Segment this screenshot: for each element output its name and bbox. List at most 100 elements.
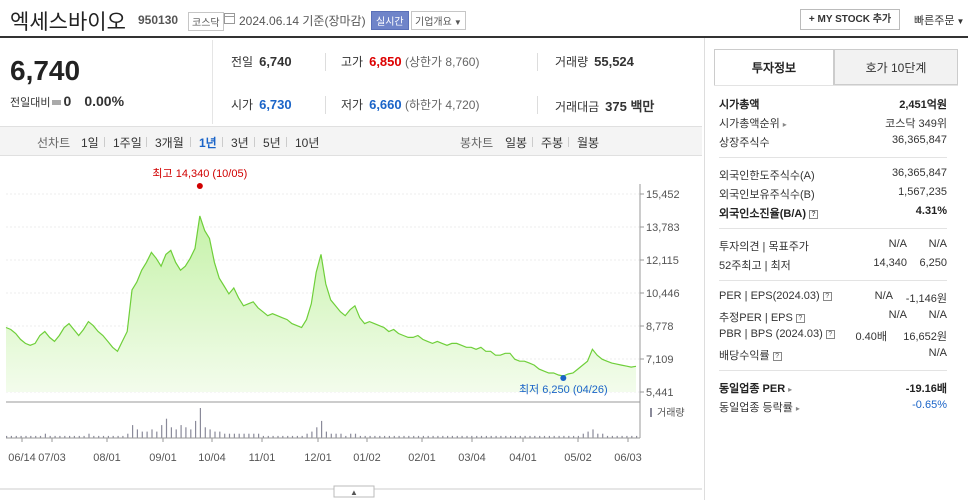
- quick-order-button[interactable]: 빠른주문 ▼: [914, 12, 964, 28]
- est-per-value: N/A: [888, 309, 907, 321]
- change-label: 전일대비: [10, 97, 51, 109]
- volume-bar: [136, 429, 138, 438]
- volume-bar: [88, 433, 90, 438]
- help-icon[interactable]: ?: [822, 292, 832, 301]
- help-icon[interactable]: ?: [795, 314, 805, 323]
- opinion-value: N/A: [888, 238, 907, 250]
- per-row: PER | EPS(2024.03)? N/A -1,146원: [719, 290, 947, 308]
- candle-weekly[interactable]: 주봉: [541, 134, 563, 151]
- sector-change-label: 동일업종 등락률: [719, 402, 793, 414]
- max-label: 최고 14,340 (10/05): [152, 167, 247, 180]
- volume-bar: [597, 433, 599, 438]
- volume-bar: [354, 433, 357, 438]
- market-cap-label: 시가총액: [719, 99, 760, 111]
- price-chart[interactable]: 15,45213,78312,11510,4468,7787,1095,441 …: [0, 158, 702, 500]
- foreign-ratio-row: 외국인소진율(B/A)? 4.31%: [719, 205, 947, 223]
- pbr-label: PBR | BPS (2024.03): [719, 328, 823, 340]
- current-price: 6,740: [10, 55, 81, 86]
- help-icon[interactable]: ?: [772, 352, 782, 361]
- market-cap-rank-label: 시가총액순위: [719, 118, 780, 130]
- base-date: 2024.06.14 기준(장마감): [239, 14, 366, 28]
- chevron-right-icon: ▸: [782, 120, 787, 129]
- shares-row: 상장주식수 36,365,847: [719, 134, 947, 152]
- volume-bar: [228, 433, 231, 438]
- dividend-value: N/A: [928, 347, 947, 359]
- week52-high: 14,340: [873, 257, 907, 269]
- low-value: 6,660: [369, 97, 402, 112]
- period-1w[interactable]: 1주일: [113, 134, 142, 151]
- min-label: 최저 6,250 (04/26): [519, 383, 608, 396]
- period-1y[interactable]: 1년: [199, 134, 217, 151]
- x-tick-label: 11/01: [249, 452, 276, 464]
- period-3m[interactable]: 3개월: [155, 134, 184, 151]
- opinion-row: 투자의견 | 목표주가 N/A N/A: [719, 238, 947, 256]
- week52-label: 52주최고 | 최저: [719, 260, 791, 272]
- volume-bar: [127, 433, 129, 438]
- quote-summary: 전일 6,740 고가 6,850 (상한가 8,760) 거래량 55,524 시가…: [212, 40, 702, 124]
- price-change: 전일대비 0 0.00%: [10, 93, 124, 110]
- volume-bar: [175, 429, 177, 438]
- week52-low: 6,250: [919, 257, 947, 269]
- sector-change-row[interactable]: 동일업종 등락률 ▸ -0.65%: [719, 399, 947, 417]
- period-5y[interactable]: 5년: [263, 134, 281, 151]
- prev-close: 전일 6,740: [231, 53, 292, 70]
- prev-value: 6,740: [259, 54, 292, 69]
- help-icon[interactable]: ?: [809, 210, 818, 219]
- volume-bar: [146, 431, 148, 438]
- day-low: 저가 6,660 (하한가 4,720): [341, 96, 479, 113]
- realtime-button[interactable]: 실시간: [371, 11, 409, 30]
- min-marker: [560, 374, 567, 381]
- x-tick-label: 12/01: [304, 452, 332, 464]
- market-cap-rank-value: 코스닥 349위: [885, 118, 947, 130]
- volume-bar: [132, 425, 134, 438]
- volume-bar: [311, 431, 313, 438]
- period-10y[interactable]: 10년: [295, 134, 319, 151]
- foreign-hold-value: 1,567,235: [898, 186, 947, 198]
- price-area: [6, 216, 636, 392]
- x-tick-label: 02/01: [408, 452, 436, 464]
- volume-bar: [219, 431, 221, 438]
- volume-bar: [214, 431, 216, 438]
- volume-bar: [170, 427, 172, 438]
- quick-order-label: 빠른주문: [914, 15, 955, 27]
- candle-monthly[interactable]: 월봉: [577, 134, 599, 151]
- foreign-limit-label: 외국인한도주식수(A): [719, 170, 815, 182]
- help-icon[interactable]: ?: [825, 330, 835, 339]
- tab-order-book[interactable]: 호가 10단계: [834, 49, 958, 85]
- upper-limit: (상한가 8,760): [404, 55, 480, 69]
- high-label: 고가: [341, 55, 364, 69]
- period-1d[interactable]: 1일: [81, 134, 99, 151]
- candle-daily[interactable]: 일봉: [505, 134, 527, 151]
- tab-investment-info[interactable]: 투자정보: [714, 49, 834, 85]
- volume-bar: [141, 431, 143, 438]
- prev-label: 전일: [231, 55, 254, 69]
- volume-bar: [44, 433, 46, 438]
- chevron-down-icon: ▼: [956, 17, 965, 26]
- per-label: PER | EPS(2024.03): [719, 290, 820, 302]
- est-per-label: 추정PER | EPS: [719, 312, 793, 324]
- period-3y[interactable]: 3년: [231, 134, 249, 151]
- opinion-label: 투자의견 | 목표주가: [719, 241, 809, 253]
- chevron-down-icon: ▼: [453, 18, 462, 27]
- est-per-row: 추정PER | EPS? N/A N/A: [719, 309, 947, 327]
- y-tick-label: 15,452: [646, 189, 680, 201]
- volume-bar: [330, 433, 332, 438]
- volume-bar: [224, 433, 226, 438]
- high-value: 6,850: [369, 54, 402, 69]
- volume-label: 거래량: [555, 55, 589, 69]
- volume-bar: [248, 433, 250, 438]
- sector-per-row[interactable]: 동일업종 PER ▸ -19.16배: [719, 380, 947, 398]
- volume-bar: [204, 427, 206, 438]
- foreign-hold-label: 외국인보유주식수(B): [719, 189, 815, 201]
- change-percent: 0.00%: [84, 93, 125, 109]
- volume-bar: [340, 433, 342, 438]
- add-mystock-button[interactable]: + MY STOCK 추가: [800, 9, 900, 30]
- volume: 거래량 55,524: [555, 53, 634, 70]
- company-overview-button[interactable]: 기업개요 ▼: [411, 11, 466, 30]
- volume-bar: [151, 429, 153, 438]
- volume-bar: [592, 429, 594, 438]
- trade-amount: 거래대금 375 백만: [555, 96, 654, 115]
- market-cap-rank-row[interactable]: 시가총액순위 ▸ 코스닥 349위: [719, 115, 947, 133]
- volume-bar: [243, 433, 245, 438]
- foreign-limit-value: 36,365,847: [891, 167, 947, 179]
